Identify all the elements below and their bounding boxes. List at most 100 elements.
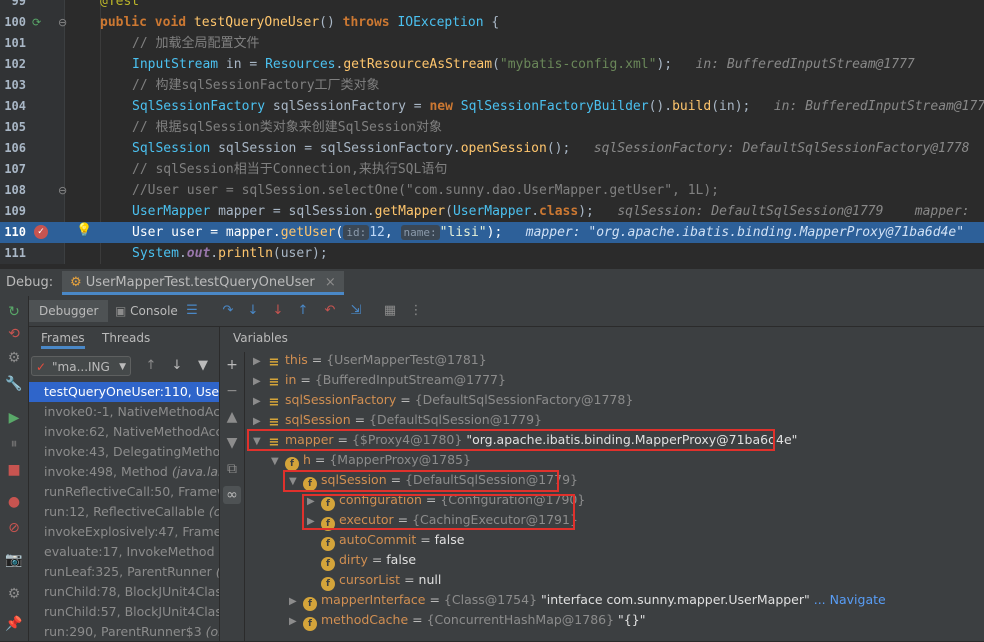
step-into-icon[interactable]: ↓ [244, 302, 262, 320]
variable-row[interactable]: ▶ f mapperInterface = {Class@1754} "interf… [289, 590, 886, 612]
code-line[interactable]: 100 ⟳ ⊖ public void testQueryOneUser() t… [0, 12, 984, 33]
variable-row[interactable]: ▶ ≡ in = {BufferedInputStream@1777} [253, 370, 506, 390]
plus-icon[interactable]: + [223, 356, 241, 374]
pause-icon[interactable]: ⏸ [4, 434, 24, 454]
tab-frames[interactable]: Frames [41, 327, 85, 349]
chevron-right-icon[interactable]: ▶ [253, 372, 267, 392]
arrow-down-icon[interactable]: ▼ [223, 434, 241, 452]
fold-icon[interactable]: ⊖ [58, 16, 67, 30]
debug-session-tab[interactable]: ⚙ UserMapperTest.testQueryOneUser × [62, 271, 344, 295]
evaluate-expression-icon[interactable]: ▦ [381, 302, 399, 320]
fold-icon[interactable]: ⊖ [58, 184, 67, 198]
stack-frame[interactable]: evaluate:17, InvokeMethod (or [29, 542, 219, 562]
more-icon[interactable]: ⋮ [407, 302, 425, 320]
variable-row[interactable]: f autoCommit = false [307, 530, 464, 551]
tab-debugger[interactable]: Debugger [29, 300, 109, 322]
variable-row[interactable]: ▶ f methodCache = {ConcurrentHashMap@1786}… [289, 610, 645, 632]
code-line[interactable]: 108 ⊖ //User user = sqlSession.selectOne… [0, 180, 984, 201]
stack-frame[interactable]: run:12, ReflectiveCallable (org [29, 502, 219, 522]
chevron-right-icon[interactable]: ▶ [289, 592, 303, 612]
arrow-up-icon[interactable]: ↑ [141, 356, 161, 376]
code-line[interactable]: 107 // sqlSession相当于Connection,来执行SQL语句 [0, 159, 984, 180]
arrow-down-icon[interactable]: ↓ [167, 356, 187, 376]
code-line[interactable]: 104 SqlSessionFactory sqlSessionFactory … [0, 96, 984, 117]
arrow-up-icon[interactable]: ▲ [223, 408, 241, 426]
stack-frame[interactable]: invoke:498, Method (java.lang [29, 462, 219, 482]
chevron-right-icon[interactable]: ▶ [253, 412, 267, 432]
run-to-cursor-icon[interactable]: ⇲ [347, 302, 365, 320]
code-line[interactable]: 101 // 加载全局配置文件 [0, 33, 984, 54]
code-editor[interactable]: 99 @Test 100 ⟳ ⊖ public void testQueryOn… [0, 0, 984, 264]
restore-layout-icon[interactable]: ⚙ [4, 348, 24, 368]
step-over-icon[interactable]: ↷ [219, 302, 237, 320]
execution-point-line[interactable]: 110 ✓ 💡 User user = mapper.getUser(id: 12… [0, 222, 984, 243]
stack-frame[interactable]: invoke0:-1, NativeMethodAcce [29, 402, 219, 422]
minus-icon[interactable]: − [223, 382, 241, 400]
stack-frame[interactable]: runLeaf:325, ParentRunner (o [29, 562, 219, 582]
tab-threads[interactable]: Threads [102, 327, 150, 349]
breakpoint-icon[interactable]: ✓ [34, 225, 48, 239]
stack-frame[interactable]: invoke:62, NativeMethodAcce [29, 422, 219, 442]
chevron-down-icon[interactable]: ▼ [253, 432, 267, 452]
pin-icon[interactable]: 📌 [4, 614, 24, 634]
stack-frame-selected[interactable]: testQueryOneUser:110, UserM [29, 382, 219, 402]
stack-frame[interactable]: runChild:57, BlockJUnit4Class [29, 602, 219, 622]
thread-selector[interactable]: ✓ "ma...ING ▼ [31, 356, 131, 376]
settings-icon[interactable]: ⚙ [4, 584, 24, 604]
copy-icon[interactable]: ⧉ [223, 460, 241, 478]
chevron-right-icon[interactable]: ▶ [307, 512, 321, 532]
variable-row[interactable]: ▶ f executor = {CachingExecutor@1791} [307, 510, 578, 532]
drop-frame-icon[interactable]: ↶ [321, 302, 339, 320]
glasses-icon[interactable]: ∞ [223, 486, 241, 504]
stack-frame[interactable]: invokeExplosively:47, Framew [29, 522, 219, 542]
code-line[interactable]: 103 // 构建sqlSessionFactory工厂类对象 [0, 75, 984, 96]
camera-icon[interactable]: 📷 [4, 550, 24, 570]
code-line[interactable]: 106 SqlSession sqlSession = sqlSessionFa… [0, 138, 984, 159]
variable-row[interactable]: ▶ ≡ sqlSessionFactory = {DefaultSqlSession… [253, 390, 633, 410]
variable-row[interactable]: f dirty = false [307, 550, 416, 571]
variable-row[interactable]: ▼ f h = {MapperProxy@1785} [271, 450, 471, 472]
resume-icon[interactable]: ▶ [4, 408, 24, 428]
chevron-down-icon[interactable]: ▼ [271, 452, 285, 472]
lightbulb-icon[interactable]: 💡 [76, 224, 92, 238]
filter-icon[interactable]: ▼ [193, 356, 213, 376]
force-step-into-icon[interactable]: ↓ [269, 302, 287, 320]
chevron-right-icon[interactable]: ▶ [253, 392, 267, 412]
code-line[interactable]: 111 System.out.println(user); [0, 243, 984, 264]
stack-frame[interactable]: invoke:43, DelegatingMethod [29, 442, 219, 462]
chevron-down-icon[interactable]: ▼ [289, 472, 303, 492]
frame-class: ParentRunner$3 [101, 624, 202, 639]
rerun-icon[interactable]: ↻ [4, 302, 24, 322]
debug-tool-window[interactable]: Debug: ⚙ UserMapperTest.testQueryOneUser… [0, 268, 984, 641]
variable-row[interactable]: ▼ ≡ mapper = {$Proxy4@1780} "org.apache.ib… [253, 430, 797, 450]
variable-row[interactable]: ▼ f sqlSession = {DefaultSqlSession@1779} [289, 470, 578, 492]
layout-menu-icon[interactable]: ☰ [183, 302, 201, 320]
code-line[interactable]: 109 UserMapper mapper = sqlSession.getMa… [0, 201, 984, 222]
chevron-right-icon[interactable]: ▶ [253, 352, 267, 372]
step-out-icon[interactable]: ↑ [294, 302, 312, 320]
variable-row[interactable]: ▶ ≡ sqlSession = {DefaultSqlSession@1779} [253, 410, 542, 430]
run-test-icon[interactable]: ⟳ [32, 16, 41, 30]
stop-icon[interactable]: ■ [4, 460, 24, 480]
line-number: 102 [4, 57, 26, 71]
variable-row[interactable]: ▶ f configuration = {Configuration@1790} [307, 490, 585, 512]
chevron-right-icon[interactable]: ▶ [289, 612, 303, 632]
tab-console[interactable]: ▣ Console [115, 300, 178, 322]
chevron-right-icon[interactable]: ▶ [307, 492, 321, 512]
variable-row[interactable]: ▶ ≡ this = {UserMapperTest@1781} [253, 350, 487, 370]
rerun-failed-icon[interactable]: ⟲ [4, 324, 24, 344]
navigate-link[interactable]: ... Navigate [810, 592, 886, 607]
variable-type: {MapperProxy@1785} [329, 452, 471, 467]
stack-frame[interactable]: runChild:78, BlockJUnit4Class [29, 582, 219, 602]
mute-breakpoints-icon[interactable]: ⊘ [4, 518, 24, 538]
code-line[interactable]: 102 InputStream in = Resources.getResour… [0, 54, 984, 75]
view-breakpoints-icon[interactable]: ● [4, 492, 24, 512]
wrench-icon[interactable]: 🔧 [4, 374, 24, 394]
close-icon[interactable]: × [325, 275, 336, 290]
stack-frame[interactable]: run:290, ParentRunner$3 (org [29, 622, 219, 642]
code-line[interactable]: 105 // 根据sqlSession类对象来创建SqlSession对象 [0, 117, 984, 138]
variable-row[interactable]: f cursorList = null [307, 570, 441, 591]
stack-frame[interactable]: runReflectiveCall:50, Framew [29, 482, 219, 502]
code-line[interactable]: 99 @Test [0, 0, 984, 12]
argument-id: 12 [369, 225, 385, 240]
